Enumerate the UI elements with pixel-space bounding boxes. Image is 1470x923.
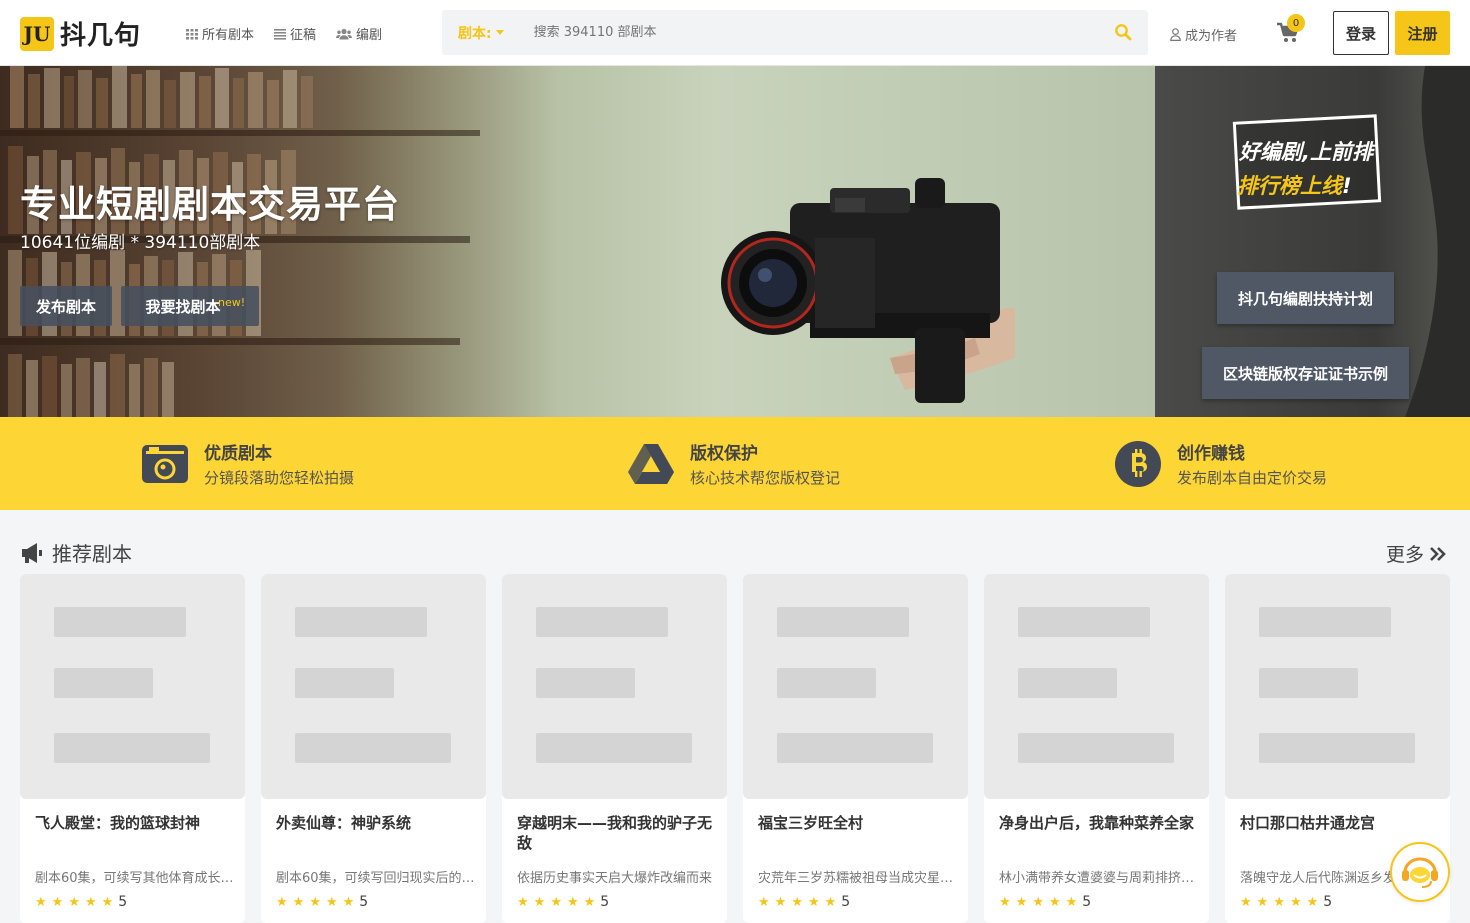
feature-desc: 发布剧本自由定价交易	[1177, 469, 1328, 487]
main-nav: 所有剧本 征稿 编剧	[186, 24, 382, 43]
slogan-line-1: 好编剧,上前排	[1239, 140, 1373, 164]
find-script-label: 我要找剧本	[145, 297, 221, 316]
login-button[interactable]: 登录	[1333, 11, 1389, 55]
bullhorn-icon	[22, 542, 42, 563]
hero-title: 专业短剧剧本交易平台	[20, 183, 400, 226]
logo-text: 抖几句	[60, 21, 142, 51]
nav-label: 所有剧本	[202, 28, 255, 43]
search-type-dropdown[interactable]: 剧本:	[458, 23, 504, 43]
nav-label: 编剧	[356, 28, 383, 43]
double-chevron-right-icon	[1430, 546, 1446, 561]
card-title: 福宝三岁旺全村	[758, 814, 864, 832]
feature-title: 优质剧本	[204, 444, 272, 464]
card-image-placeholder	[1225, 574, 1450, 799]
become-author-label: 成为作者	[1185, 29, 1238, 44]
grid-icon	[186, 28, 198, 39]
card-desc: 剧本60集，可续写其他体育成长题材	[35, 871, 235, 886]
card-image-placeholder	[502, 574, 727, 799]
camera-image	[721, 178, 1015, 403]
search-type-label: 剧本:	[458, 25, 492, 42]
list-icon	[274, 28, 287, 40]
writer-support-plan-button[interactable]: 抖几句编剧扶持计划	[1217, 272, 1394, 324]
search-bar: 剧本:	[442, 10, 1148, 55]
rating-value: 5	[118, 894, 128, 910]
register-button[interactable]: 注册	[1395, 11, 1450, 55]
search-input[interactable]	[533, 25, 1094, 40]
card-title: 飞人殿堂：我的篮球封神	[35, 814, 201, 832]
become-author-link[interactable]: 成为作者	[1170, 25, 1237, 44]
logo-mark: JU	[20, 16, 54, 51]
nav-label: 征稿	[290, 28, 317, 43]
card-image-placeholder	[20, 574, 245, 799]
bitcoin-icon	[1115, 440, 1161, 487]
publish-script-button[interactable]: 发布剧本	[20, 286, 112, 326]
feature-desc: 分镜段落助您轻松拍摄	[204, 469, 355, 487]
card-rating: ★ ★ ★ ★ ★ 5	[276, 894, 369, 910]
feature-title: 创作赚钱	[1177, 444, 1245, 464]
hero-subtitle: 10641位编剧 * 394110部剧本	[20, 233, 261, 253]
slogan-exclamation: !	[1342, 174, 1352, 198]
script-card[interactable]: 外卖仙尊：神驴系统 剧本60集，可续写回归现实后的故事 ★ ★ ★ ★ ★ 5	[261, 574, 486, 923]
card-desc: 剧本60集，可续写回归现实后的故事	[276, 871, 476, 886]
caret-down-icon	[495, 30, 504, 35]
rating-value: 5	[841, 894, 851, 910]
card-desc: 林小满带养女遭婆婆与周莉排挤被赶出	[999, 871, 1199, 886]
nav-writers[interactable]: 编剧	[336, 24, 382, 43]
card-image-placeholder	[984, 574, 1209, 799]
card-desc: 依据历史事实天启大爆炸改编而来	[517, 871, 713, 886]
new-badge: new!	[218, 296, 246, 309]
rating-value: 5	[359, 894, 369, 910]
recommended-heading: 推荐剧本	[20, 538, 132, 567]
users-icon	[336, 28, 353, 39]
nav-all-scripts[interactable]: 所有剧本	[186, 24, 254, 43]
script-card[interactable]: 福宝三岁旺全村 灾荒年三岁苏糯被祖母当成灾星赶出家门 ★★★★★5	[743, 574, 968, 923]
feature-quality-scripts: 优质剧本 分镜段落助您轻松拍摄	[141, 439, 354, 488]
feature-earn-money: 创作赚钱 发布剧本自由定价交易	[1114, 439, 1327, 488]
feature-desc: 核心技术帮您版权登记	[690, 469, 841, 487]
drive-icon	[628, 443, 674, 484]
rating-value: 5	[1082, 894, 1092, 910]
card-image-placeholder	[743, 574, 968, 799]
nav-submissions[interactable]: 征稿	[274, 24, 316, 43]
more-link[interactable]: 更多	[1386, 540, 1446, 567]
card-rating: ★ ★ ★ ★ ★ 5	[35, 894, 128, 910]
hero-banner: 专业短剧剧本交易平台 10641位编剧 * 394110部剧本 发布剧本 我要找…	[0, 66, 1155, 417]
card-title: 净身出户后，我靠种菜养全家	[999, 814, 1195, 832]
card-rating: ★ ★ ★ ★ ★ 5	[1240, 894, 1333, 910]
script-card[interactable]: 飞人殿堂：我的篮球封神 剧本60集，可续写其他体育成长题材 ★ ★ ★ ★ ★ 5	[20, 574, 245, 923]
feature-title: 版权保护	[690, 444, 758, 464]
customer-service-button[interactable]	[1390, 842, 1450, 902]
user-icon	[1170, 28, 1181, 41]
card-title: 村口那口枯井通龙宫	[1240, 814, 1376, 832]
cart-count-badge: 0	[1287, 14, 1305, 32]
slogan-line-2: 排行榜上线!	[1237, 170, 1352, 200]
card-image-placeholder	[261, 574, 486, 799]
blockchain-certificate-button[interactable]: 区块链版权存证证书示例	[1202, 347, 1409, 399]
recommended-cards: 飞人殿堂：我的篮球封神 剧本60集，可续写其他体育成长题材 ★ ★ ★ ★ ★ 5 外卖仙…	[20, 574, 1450, 923]
feature-strip: 优质剧本 分镜段落助您轻松拍摄 版权保护 核心技术帮您版权登记 创作赚钱 发布剧…	[0, 417, 1470, 510]
script-card[interactable]: 净身出户后，我靠种菜养全家 林小满带养女遭婆婆与周莉排挤被赶出 ★ ★ ★ ★ ★ 5	[984, 574, 1209, 923]
card-rating: ★ ★ ★ ★ ★ 5	[517, 894, 610, 910]
promo-panel: 好编剧,上前排 排行榜上线! 抖几句编剧扶持计划 区块链版权存证证书示例	[1155, 66, 1470, 417]
card-rating: ★ ★ ★ ★ ★ 5	[999, 894, 1092, 910]
card-desc: 灾荒年三岁苏糯被祖母当成灾星赶出家门	[758, 871, 958, 886]
section-title: 推荐剧本	[52, 542, 132, 566]
top-header: JU 抖几句 所有剧本 征稿 编剧 剧本: 成为作者 0 登录 注册	[0, 0, 1470, 66]
script-card[interactable]: 穿越明末——我和我的驴子无敌 依据历史事实天启大爆炸改编而来 ★ ★ ★ ★ ★ 5	[502, 574, 727, 923]
site-logo[interactable]: JU 抖几句	[20, 15, 141, 52]
search-icon[interactable]	[1114, 23, 1132, 41]
slogan-line-2-text: 排行榜上线	[1237, 174, 1342, 198]
camera-icon	[142, 444, 188, 483]
card-title: 外卖仙尊：神驴系统	[276, 814, 412, 832]
card-title: 穿越明末——我和我的驴子无敌	[517, 814, 713, 852]
more-label: 更多	[1386, 544, 1425, 566]
rating-value: 5	[600, 894, 610, 910]
card-rating: ★ ★ ★ ★ ★ 5	[758, 894, 851, 910]
headset-chat-icon	[1402, 857, 1438, 888]
feature-copyright: 版权保护 核心技术帮您版权登记	[627, 439, 840, 488]
rating-value: 5	[1323, 894, 1333, 910]
